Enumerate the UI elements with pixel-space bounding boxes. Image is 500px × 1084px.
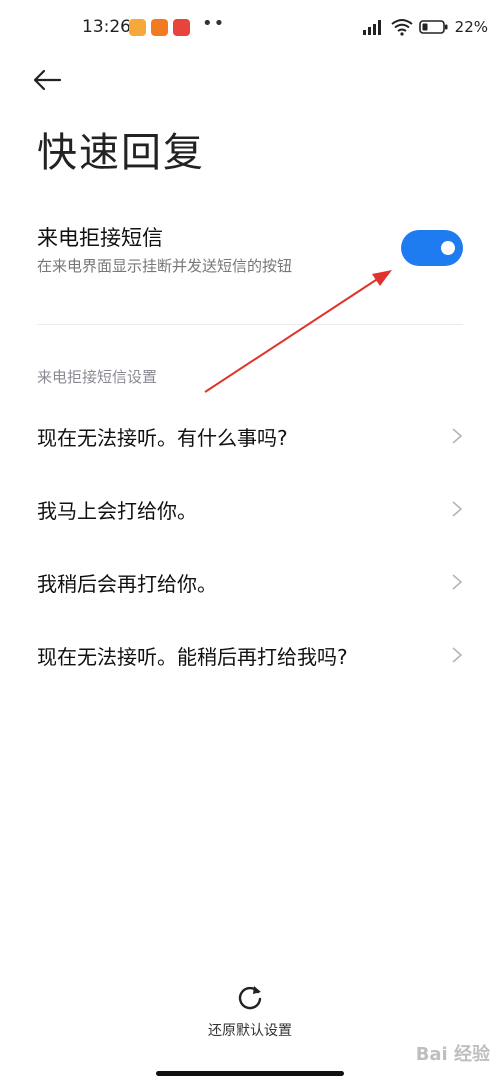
watermark: Bai 经验	[415, 1044, 490, 1065]
chevron-right-icon	[452, 574, 463, 590]
section-header: 来电拒接短信设置	[37, 368, 158, 386]
reply-item[interactable]: 我马上会打给你。	[37, 473, 463, 546]
reply-list: 现在无法接听。有什么事吗? 我马上会打给你。 我稍后会再打给你。 现在无法接听。…	[37, 400, 463, 692]
notification-app-icon-3	[173, 19, 190, 36]
status-bar: 13:26 •• 22%	[0, 0, 500, 60]
setting-title: 来电拒接短信	[37, 226, 163, 250]
chevron-right-icon	[452, 647, 463, 663]
divider	[37, 324, 463, 325]
toggle-knob	[441, 241, 455, 255]
status-indicators: 22%	[361, 18, 488, 36]
setting-description: 在来电界面显示挂断并发送短信的按钮	[37, 257, 293, 275]
reply-label: 我马上会打给你。	[37, 499, 197, 523]
wifi-icon	[391, 19, 413, 36]
reject-sms-setting-row[interactable]: 来电拒接短信 在来电界面显示挂断并发送短信的按钮	[37, 222, 463, 286]
signal-icon	[362, 20, 381, 35]
notification-app-icon-2	[151, 19, 168, 36]
reject-sms-toggle[interactable]	[401, 230, 463, 266]
back-arrow-icon	[33, 69, 62, 91]
reply-label: 我稍后会再打给你。	[37, 572, 217, 596]
reply-label: 现在无法接听。有什么事吗?	[37, 426, 288, 450]
battery-icon	[418, 20, 448, 34]
reply-item[interactable]: 现在无法接听。能稍后再打给我吗?	[37, 619, 463, 692]
back-button[interactable]	[32, 62, 72, 98]
reset-defaults-button[interactable]: 还原默认设置	[0, 982, 500, 1040]
chevron-right-icon	[452, 501, 463, 517]
more-notifications-icon: ••	[202, 13, 226, 34]
reply-item[interactable]: 现在无法接听。有什么事吗?	[37, 400, 463, 473]
reply-item[interactable]: 我稍后会再打给你。	[37, 546, 463, 619]
home-indicator[interactable]	[156, 1071, 344, 1076]
page-title: 快速回复	[37, 130, 205, 176]
notification-app-icon-1	[129, 19, 146, 36]
reset-label: 还原默认设置	[208, 1023, 292, 1039]
chevron-right-icon	[452, 428, 463, 444]
reply-label: 现在无法接听。能稍后再打给我吗?	[37, 645, 348, 669]
refresh-icon	[238, 986, 262, 1010]
status-time: 13:26	[82, 17, 131, 37]
battery-percent: 22%	[454, 18, 488, 36]
